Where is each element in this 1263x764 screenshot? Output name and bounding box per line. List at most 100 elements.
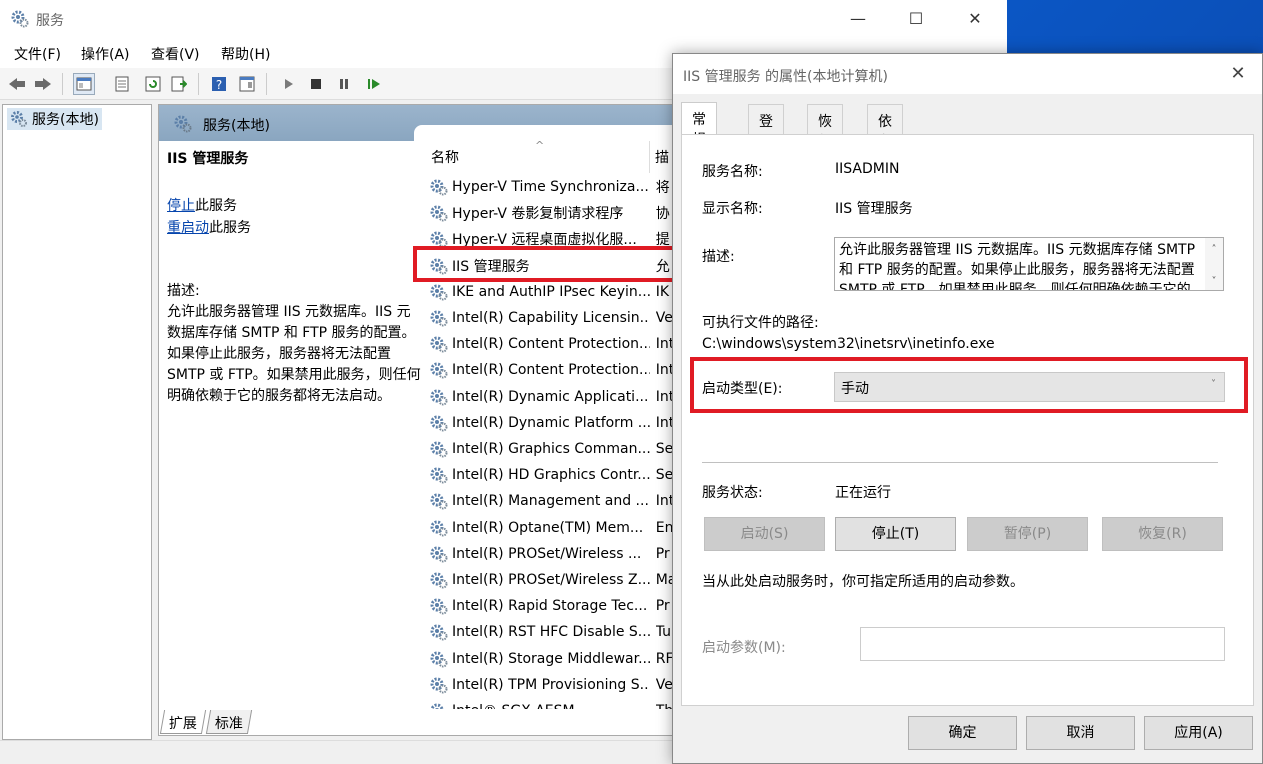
tab-standard-label: 标准 <box>214 716 243 732</box>
table-row[interactable]: Intel(R) Management and ... Int <box>421 488 675 514</box>
pause-button[interactable]: 暂停(P) <box>967 517 1088 551</box>
table-row[interactable]: Intel(R) Optane(TM) Mem... En <box>421 515 675 541</box>
show-hide-pane-icon[interactable] <box>236 73 258 95</box>
refresh-icon[interactable] <box>142 73 164 95</box>
highlight-box-selected-row <box>413 246 679 282</box>
stop-service-link[interactable]: 停止 <box>167 198 195 214</box>
toolbar-separator <box>266 73 267 95</box>
console-tree-icon[interactable] <box>73 73 95 95</box>
dialog-close-button[interactable]: ✕ <box>1220 54 1256 94</box>
service-name-cell: Intel(R) Capability Licensin... <box>452 310 650 326</box>
column-divider[interactable] <box>649 141 650 173</box>
cancel-button[interactable]: 取消 <box>1026 716 1135 750</box>
service-status-label: 服务状态: <box>702 485 763 501</box>
table-row[interactable]: Intel(R) PROSet/Wireless ... Pr <box>421 541 675 567</box>
properties-sheet-icon[interactable] <box>111 73 133 95</box>
start-params-input[interactable] <box>860 627 1225 661</box>
table-row[interactable]: Intel(R) TPM Provisioning S... Ve <box>421 672 675 698</box>
service-name-cell: Intel(R) Dynamic Applicati... <box>452 388 649 405</box>
column-header-name[interactable]: 名称 <box>431 147 459 167</box>
tree-item-services-local[interactable]: 服务(本地) <box>7 108 102 130</box>
table-row[interactable]: Intel(R) HD Graphics Contr... Se <box>421 462 675 488</box>
table-row[interactable]: Intel(R) Capability Licensin... Ve <box>421 305 675 331</box>
play-icon[interactable] <box>278 73 300 95</box>
sort-caret-icon: ^ <box>535 141 545 152</box>
minimize-button[interactable]: — <box>835 0 881 38</box>
stop-control: 停止此服务 <box>167 196 237 217</box>
service-name-cell: Intel(R) Content Protection... <box>452 362 650 379</box>
service-name-cell: Intel® SGX AESM <box>452 703 650 709</box>
service-name-cell: Intel(R) RST HFC Disable S... <box>452 624 650 641</box>
table-row[interactable]: Intel(R) Content Protection... Int <box>421 331 675 357</box>
service-gear-icon <box>429 701 449 709</box>
service-name-cell: Intel(R) Optane(TM) Mem... <box>452 519 644 536</box>
table-row[interactable]: Intel(R) Rapid Storage Tec... Pr <box>421 593 675 619</box>
description-scrollbar[interactable]: ˄ ˅ <box>1205 238 1223 290</box>
resume-button[interactable]: 恢复(R) <box>1102 517 1223 551</box>
service-status-value: 正在运行 <box>835 485 891 501</box>
tab-general[interactable]: 常规 <box>681 102 717 148</box>
restart-icon[interactable] <box>363 73 385 95</box>
restart-service-link[interactable]: 重启动 <box>167 220 209 236</box>
table-row[interactable]: Hyper-V 卷影复制请求程序协 <box>421 200 675 226</box>
export-list-icon[interactable] <box>168 73 190 95</box>
tab-dependencies[interactable]: 依存关系 <box>867 104 903 190</box>
tab-extended[interactable]: 扩展 <box>159 710 207 734</box>
tab-standard[interactable]: 标准 <box>205 710 253 734</box>
table-row[interactable]: Intel(R) Content Protection... Int <box>421 357 675 383</box>
toolbar-separator <box>62 73 63 95</box>
tab-recovery[interactable]: 恢复 <box>807 104 843 150</box>
service-name-value: IISADMIN <box>835 161 900 177</box>
menu-view[interactable]: 查看(V) <box>151 44 200 64</box>
description-textbox[interactable]: 允许此服务器管理 IIS 元数据库。IIS 元数据库存储 SMTP 和 FTP … <box>834 237 1224 291</box>
tab-logon[interactable]: 登录 <box>748 104 784 150</box>
description-value: 允许此服务器管理 IIS 元数据库。IIS 元数据库存储 SMTP 和 FTP … <box>839 242 1196 291</box>
table-row[interactable]: Intel® SGX AESMTh <box>421 698 675 709</box>
table-row[interactable]: Intel(R) RST HFC Disable S... Tu <box>421 619 675 645</box>
service-name-cell: Intel(R) Content Protection... <box>452 336 650 353</box>
service-gear-icon <box>429 570 449 590</box>
service-name-cell: Hyper-V 卷影复制请求程序 <box>452 206 624 223</box>
close-button[interactable]: ✕ <box>952 0 998 38</box>
service-name-cell: Intel(R) Graphics Comman... <box>452 441 650 457</box>
exe-path-label: 可执行文件的路径: <box>702 315 819 331</box>
table-row[interactable]: Intel(R) Graphics Comman... Se <box>421 436 675 462</box>
title-bar: 服务 — ☐ ✕ <box>0 0 1007 38</box>
service-name-cell: Intel(R) Storage Middlewar... <box>452 650 650 667</box>
divider <box>702 462 1218 463</box>
service-gear-icon <box>429 439 449 459</box>
column-header-description[interactable]: 描 <box>655 147 669 167</box>
menu-file[interactable]: 文件(F) <box>14 44 61 64</box>
dialog-title-bar: IIS 管理服务 的属性(本地计算机) ✕ <box>673 54 1262 94</box>
table-row[interactable]: Intel(R) PROSet/Wireless Z... Ma <box>421 567 675 593</box>
stop-icon[interactable] <box>305 73 327 95</box>
stop-button[interactable]: 停止(T) <box>835 517 956 551</box>
back-arrow-icon[interactable] <box>6 73 28 95</box>
start-button[interactable]: 启动(S) <box>704 517 825 551</box>
menu-action[interactable]: 操作(A) <box>81 44 130 64</box>
description-label: 描述: <box>702 249 735 265</box>
service-name-cell: Hyper-V Time Synchroniza... <box>452 179 649 195</box>
table-row[interactable]: Intel(R) Dynamic Platform ... Int <box>421 410 675 436</box>
table-row[interactable]: Hyper-V Time Synchroniza... 将 <box>421 174 675 200</box>
detail-pane: 服务(本地) IIS 管理服务 停止此服务 重启动此服务 描述: 允许此服务器管… <box>158 104 679 736</box>
service-name-cell: IKE and AuthIP IPsec Keyin... <box>452 283 650 300</box>
help-icon[interactable]: ? <box>208 73 230 95</box>
apply-button[interactable]: 应用(A) <box>1144 716 1253 750</box>
stop-link-suffix: 此服务 <box>195 198 237 214</box>
table-row[interactable]: Intel(R) Dynamic Applicati... Int <box>421 384 675 410</box>
scroll-down-icon[interactable]: ˅ <box>1205 272 1223 290</box>
service-gear-icon <box>429 465 449 485</box>
menu-help[interactable]: 帮助(H) <box>221 44 270 64</box>
ok-button[interactable]: 确定 <box>908 716 1017 750</box>
table-row[interactable]: Intel(R) Storage Middlewar... RF <box>421 646 675 672</box>
service-gear-icon <box>429 491 449 511</box>
selected-service-name: IIS 管理服务 <box>167 151 249 167</box>
exe-path-value: C:\windows\system32\inetsrv\inetinfo.exe <box>702 336 995 352</box>
pause-icon[interactable] <box>333 73 355 95</box>
scroll-up-icon[interactable]: ˄ <box>1205 240 1223 260</box>
service-gear-icon <box>429 387 449 407</box>
forward-arrow-icon[interactable] <box>32 73 54 95</box>
table-row[interactable]: IKE and AuthIP IPsec Keyin... IK <box>421 279 675 305</box>
maximize-button[interactable]: ☐ <box>893 0 939 38</box>
